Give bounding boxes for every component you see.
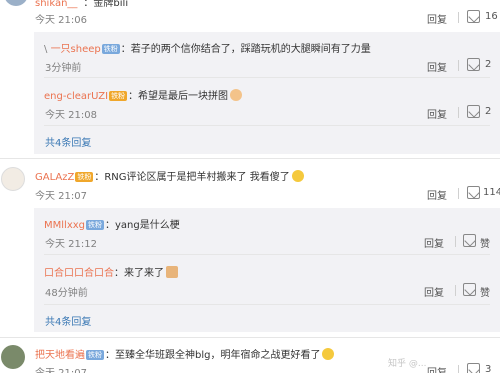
fan-badge: 铁粉 <box>109 91 128 101</box>
divider <box>44 77 490 78</box>
reply-button[interactable]: 回复 <box>427 364 447 373</box>
reply-username[interactable]: eng-clearUZI <box>44 91 108 102</box>
comment-time: 今天 21:06 <box>35 15 87 26</box>
fan-badge: 铁粉 <box>75 172 94 182</box>
reply-text: ：来了来了 <box>114 268 164 279</box>
like-button[interactable]: 赞 <box>480 284 490 299</box>
watermark: 知乎 @... <box>388 359 427 369</box>
action-separator <box>458 107 459 118</box>
like-count[interactable]: 2 <box>485 106 491 117</box>
comment-text: 金牌bili <box>93 0 129 9</box>
reply-line: eng-clearUZI 铁粉 ：希望是最后一块拼图 <box>44 87 243 102</box>
reply-button[interactable]: 回复 <box>427 11 447 26</box>
action-separator <box>458 365 459 373</box>
avatar[interactable] <box>1 345 25 369</box>
reply-time: 48分钟前 <box>45 288 88 299</box>
divider <box>0 337 500 338</box>
like-count[interactable]: 3 <box>485 364 491 373</box>
comment-username[interactable]: 把天地看遍 <box>35 350 85 361</box>
thumbs-up-icon[interactable] <box>467 363 480 373</box>
like-button[interactable]: 赞 <box>480 235 490 250</box>
avatar[interactable] <box>1 167 25 191</box>
reply-username[interactable]: 一只sheep <box>51 44 101 55</box>
thumbs-up-icon[interactable] <box>463 283 476 296</box>
fan-badge: 铁粉 <box>86 350 104 360</box>
like-count[interactable]: 114 <box>483 187 500 198</box>
thumbs-up-icon[interactable] <box>467 105 480 118</box>
comment-text: ：RNG评论区属于是把羊村搬来了 我看傻了 <box>94 172 290 183</box>
comment-line: 把天地看遍 铁粉 ：至臻全华班跟全神blg，明年宿命之战更好看了 <box>35 346 335 361</box>
divider <box>44 125 490 126</box>
divider <box>44 254 490 255</box>
reply-time: 3分钟前 <box>45 63 82 74</box>
reply-text: ：希望是最后一块拼图 <box>128 91 229 102</box>
reply-button[interactable]: 回复 <box>427 59 447 74</box>
reply-text: ：若子的两个信你结合了，踩踏玩机的大腿瞬间有了力量 <box>120 44 371 55</box>
like-count[interactable]: 2 <box>485 59 491 70</box>
thumbs-up-icon[interactable] <box>467 58 480 71</box>
smile-emoji-icon <box>322 348 335 360</box>
reply-button[interactable]: 回复 <box>427 187 447 202</box>
reply-button[interactable]: 回复 <box>427 106 447 121</box>
reply-button[interactable]: 回复 <box>424 284 444 299</box>
reply-line: \ 一只sheep 铁粉 ：若子的两个信你结合了，踩踏玩机的大腿瞬间有了力量 <box>44 40 371 55</box>
avatar[interactable] <box>4 0 28 6</box>
reply-button[interactable]: 回复 <box>424 235 444 250</box>
reply-line: 口合口口合口合：来了来了 <box>44 264 178 279</box>
action-separator <box>455 285 456 296</box>
reply-username[interactable]: MMllxxg <box>44 220 85 231</box>
fan-badge: 铁粉 <box>101 44 120 54</box>
reply-arrow-icon: \ <box>44 44 48 55</box>
reply-text: ：yang是什么梗 <box>105 220 180 231</box>
comment-line: shikan__ ：金牌bili <box>35 0 128 9</box>
cat-emoji-icon <box>166 266 178 278</box>
divider <box>44 304 490 305</box>
comment-line: GALAzZ 铁粉 ：RNG评论区属于是把羊村搬来了 我看傻了 <box>35 168 304 183</box>
comment-time: 今天 21:07 <box>35 364 87 373</box>
action-separator <box>458 60 459 71</box>
reply-line: MMllxxg 铁粉 ：yang是什么梗 <box>44 216 180 231</box>
action-separator <box>455 236 456 247</box>
like-count[interactable]: 16 <box>485 11 498 22</box>
comment-username[interactable]: GALAzZ <box>35 172 74 183</box>
divider <box>0 158 500 159</box>
thumbs-up-icon[interactable] <box>467 186 480 199</box>
fan-badge: 铁粉 <box>86 220 104 230</box>
thumbs-up-icon[interactable] <box>463 234 476 247</box>
cry-laugh-emoji-icon <box>291 170 304 182</box>
reply-time: 今天 21:12 <box>45 239 97 250</box>
comment-time: 今天 21:07 <box>35 191 87 202</box>
view-more-replies-link[interactable]: 共4条回复 <box>45 313 91 328</box>
flex-arm-emoji-icon <box>230 89 243 101</box>
thumbs-up-icon[interactable] <box>467 10 480 23</box>
view-more-replies-link[interactable]: 共4条回复 <box>45 134 91 149</box>
action-separator <box>458 188 459 199</box>
reply-username[interactable]: 口合口口合口合 <box>44 268 114 279</box>
action-separator <box>458 12 459 23</box>
comment-username[interactable]: shikan__ <box>35 0 77 9</box>
comment-colon: ： <box>83 0 94 9</box>
reply-time: 今天 21:08 <box>45 110 97 121</box>
comment-text: ：至臻全华班跟全神blg，明年宿命之战更好看了 <box>105 350 321 361</box>
